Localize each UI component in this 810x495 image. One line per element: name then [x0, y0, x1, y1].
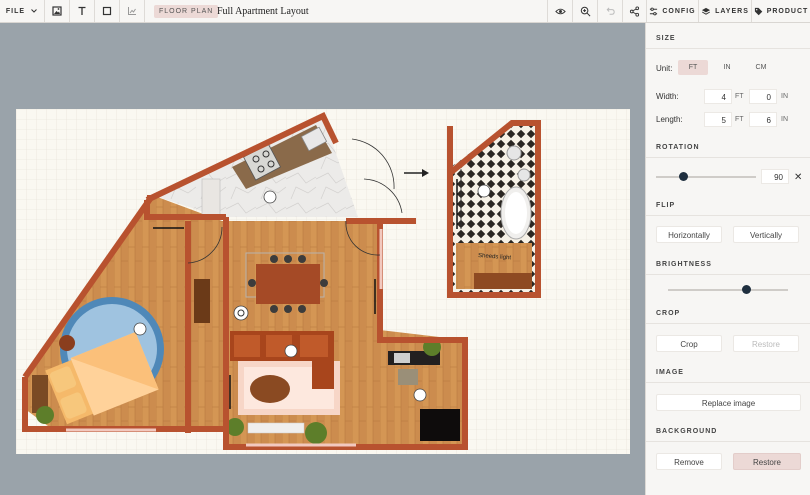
config-panel: SIZE Unit: FT IN CM Width: 4 FT 0 IN Len…	[645, 23, 810, 495]
tab-product[interactable]: PRODUCT	[751, 0, 810, 22]
unit-ft-option[interactable]: FT	[678, 60, 708, 75]
floor-plan[interactable]: Sheeds light	[16, 109, 630, 454]
text-icon	[78, 6, 86, 15]
selection-handle[interactable]	[413, 388, 427, 402]
document-type-badge: FLOOR PLAN	[154, 5, 219, 18]
top-toolbar: FILE FLOOR PLAN Full Apartment Layout CO…	[0, 0, 810, 23]
rotation-slider[interactable]	[656, 176, 756, 178]
ottoman	[59, 335, 75, 351]
chart-icon	[128, 7, 136, 15]
flip-horizontal-button[interactable]: Horizontally	[656, 226, 722, 243]
bathroom-sink	[517, 168, 531, 182]
tab-layers[interactable]: LAYERS	[698, 0, 751, 22]
image-icon	[52, 6, 62, 16]
eye-icon	[554, 8, 566, 14]
zoom-in-icon	[580, 6, 590, 16]
length-in-unit: IN	[781, 116, 788, 123]
add-text-button[interactable]	[70, 0, 95, 22]
chevron-down-icon	[31, 9, 37, 13]
zoom-in-button[interactable]	[572, 0, 597, 22]
tab-layers-label: LAYERS	[715, 7, 749, 15]
clear-rotation-icon[interactable]: ✕	[794, 172, 802, 183]
length-ft-input[interactable]: 5	[704, 112, 732, 127]
width-ft-input[interactable]: 4	[704, 89, 732, 104]
rotation-heading: ROTATION	[656, 144, 700, 151]
dining-table	[256, 264, 320, 304]
width-in-input[interactable]: 0	[749, 89, 777, 104]
selection-handle[interactable]	[133, 322, 147, 336]
image-heading: IMAGE	[656, 369, 684, 376]
replace-image-button[interactable]: Replace image	[656, 394, 801, 411]
undo-icon	[606, 6, 615, 15]
brightness-heading: BRIGHTNESS	[656, 261, 712, 268]
fridge	[201, 178, 221, 218]
selection-handle[interactable]	[284, 344, 298, 358]
office-cabinet	[420, 409, 460, 441]
crop-button[interactable]: Crop	[656, 335, 722, 352]
flip-vertical-button[interactable]: Vertically	[733, 226, 799, 243]
width-ft-unit: FT	[735, 93, 744, 100]
file-menu-button[interactable]: FILE	[0, 0, 45, 22]
tab-config-label: CONFIG	[662, 7, 696, 15]
crop-heading: CROP	[656, 310, 681, 317]
selection-handle[interactable]	[263, 190, 277, 204]
background-heading: BACKGROUND	[656, 428, 718, 435]
rotate-handle[interactable]	[233, 305, 249, 321]
sliders-icon	[650, 7, 658, 15]
square-icon	[102, 6, 112, 16]
unit-label: Unit:	[656, 64, 673, 73]
background-remove-button[interactable]: Remove	[656, 453, 722, 470]
tv-console	[247, 422, 305, 434]
length-label: Length:	[656, 115, 683, 124]
rotation-input[interactable]: 90	[761, 169, 789, 184]
side-cabinet	[194, 279, 210, 323]
width-label: Width:	[656, 92, 679, 101]
file-menu-label: FILE	[5, 7, 26, 15]
rotation-slider-handle[interactable]	[678, 172, 688, 181]
preview-button[interactable]	[547, 0, 572, 22]
brightness-slider-handle[interactable]	[741, 285, 751, 294]
add-chart-button[interactable]	[120, 0, 145, 22]
coffee-table	[250, 375, 290, 403]
add-image-button[interactable]	[45, 0, 70, 22]
length-ft-unit: FT	[735, 116, 744, 123]
crop-restore-button[interactable]: Restore	[733, 335, 799, 352]
share-button[interactable]	[622, 0, 646, 22]
document-title[interactable]: Full Apartment Layout	[217, 5, 309, 18]
unit-in-option[interactable]: IN	[712, 60, 742, 75]
plant	[36, 406, 54, 424]
size-heading: SIZE	[656, 35, 676, 42]
background-restore-button[interactable]: Restore	[733, 453, 801, 470]
layers-icon	[702, 7, 711, 15]
flip-heading: FLIP	[656, 202, 676, 209]
length-in-input[interactable]: 6	[749, 112, 777, 127]
brightness-slider[interactable]	[668, 289, 788, 291]
share-icon	[629, 5, 640, 17]
tab-config[interactable]: CONFIG	[646, 0, 698, 22]
canvas-area[interactable]: Sheeds light	[0, 23, 645, 495]
add-shape-button[interactable]	[95, 0, 120, 22]
undo-button[interactable]	[597, 0, 622, 22]
tab-product-label: PRODUCT	[766, 7, 809, 15]
desk-chair	[398, 369, 418, 385]
width-in-unit: IN	[781, 93, 788, 100]
selection-handle[interactable]	[477, 184, 491, 198]
toilet	[506, 145, 522, 161]
unit-cm-option[interactable]: CM	[746, 60, 776, 75]
tag-icon	[754, 7, 762, 15]
